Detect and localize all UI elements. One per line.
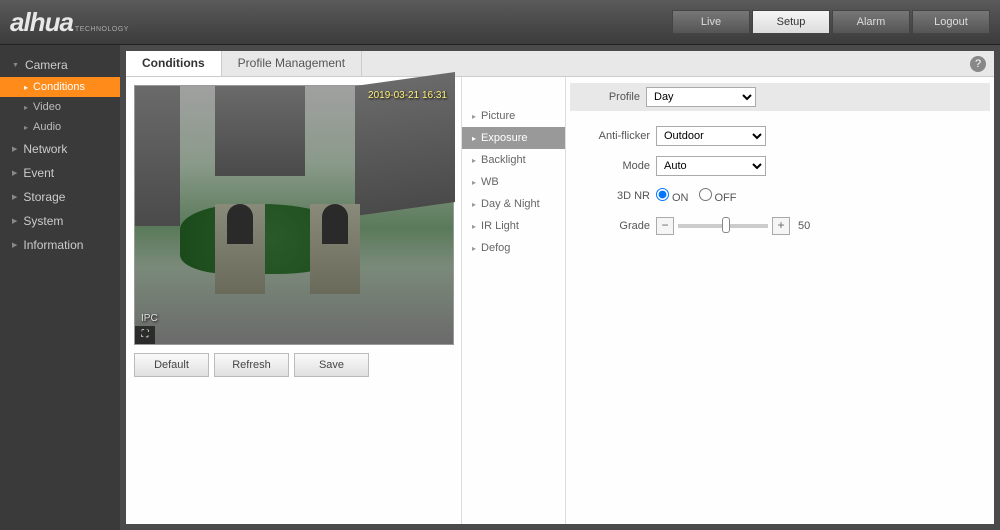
logo: alhua TECHNOLOGY — [10, 7, 129, 38]
sidebar: Camera Conditions Video Audio Network Ev… — [0, 45, 120, 530]
logout-button[interactable]: Logout — [912, 10, 990, 34]
help-icon[interactable]: ? — [970, 56, 986, 72]
grade-slider[interactable] — [678, 224, 768, 228]
3dnr-off-radio[interactable] — [699, 188, 712, 201]
grade-increment-button[interactable]: + — [772, 217, 790, 235]
sidebar-item-event[interactable]: Event — [0, 161, 120, 185]
save-button[interactable]: Save — [294, 353, 369, 377]
sidebar-item-network[interactable]: Network — [0, 137, 120, 161]
sidebar-item-information[interactable]: Information — [0, 233, 120, 257]
cat-defog[interactable]: Defog — [462, 237, 565, 259]
sidebar-item-camera[interactable]: Camera — [0, 53, 120, 77]
cat-backlight[interactable]: Backlight — [462, 149, 565, 171]
logo-text: alhua — [10, 7, 73, 38]
cat-day-night[interactable]: Day & Night — [462, 193, 565, 215]
tab-conditions[interactable]: Conditions — [126, 51, 222, 76]
top-nav: Live Setup Alarm Logout — [672, 10, 990, 34]
cat-picture[interactable]: Picture — [462, 105, 565, 127]
mode-label: Mode — [580, 160, 650, 172]
default-button[interactable]: Default — [134, 353, 209, 377]
refresh-button[interactable]: Refresh — [214, 353, 289, 377]
live-button[interactable]: Live — [672, 10, 750, 34]
3dnr-off-option[interactable]: OFF — [699, 188, 737, 204]
3dnr-on-option[interactable]: ON — [656, 188, 689, 204]
cat-exposure[interactable]: Exposure — [462, 127, 565, 149]
setup-button[interactable]: Setup — [752, 10, 830, 34]
settings-form: Profile Day Anti-flicker Outdoor Mode Au… — [566, 77, 994, 524]
category-list: Picture Exposure Backlight WB Day & Nigh… — [461, 77, 566, 524]
antiflicker-label: Anti-flicker — [580, 130, 650, 142]
tabs: Conditions Profile Management — [126, 51, 994, 77]
profile-select[interactable]: Day — [646, 87, 756, 107]
fullscreen-icon[interactable]: ⛶ — [135, 326, 155, 344]
preview-label: IPC — [141, 313, 158, 324]
mode-select[interactable]: Auto — [656, 156, 766, 176]
sidebar-item-audio[interactable]: Audio — [0, 117, 120, 137]
alarm-button[interactable]: Alarm — [832, 10, 910, 34]
sidebar-item-conditions[interactable]: Conditions — [0, 77, 120, 97]
grade-decrement-button[interactable]: − — [656, 217, 674, 235]
grade-label: Grade — [580, 220, 650, 232]
grade-slider-thumb[interactable] — [722, 217, 730, 233]
sidebar-item-storage[interactable]: Storage — [0, 185, 120, 209]
3dnr-on-radio[interactable] — [656, 188, 669, 201]
antiflicker-select[interactable]: Outdoor — [656, 126, 766, 146]
cat-ir-light[interactable]: IR Light — [462, 215, 565, 237]
logo-subtext: TECHNOLOGY — [75, 26, 129, 33]
tab-profile-management[interactable]: Profile Management — [222, 51, 362, 76]
sidebar-item-system[interactable]: System — [0, 209, 120, 233]
3dnr-label: 3D NR — [580, 190, 650, 202]
preview-timestamp: 2019-03-21 16:31 — [368, 90, 447, 101]
camera-preview: 2019-03-21 16:31 IPC ⛶ — [134, 85, 454, 345]
cat-wb[interactable]: WB — [462, 171, 565, 193]
profile-label: Profile — [570, 91, 640, 103]
grade-value: 50 — [798, 220, 810, 232]
sidebar-item-video[interactable]: Video — [0, 97, 120, 117]
